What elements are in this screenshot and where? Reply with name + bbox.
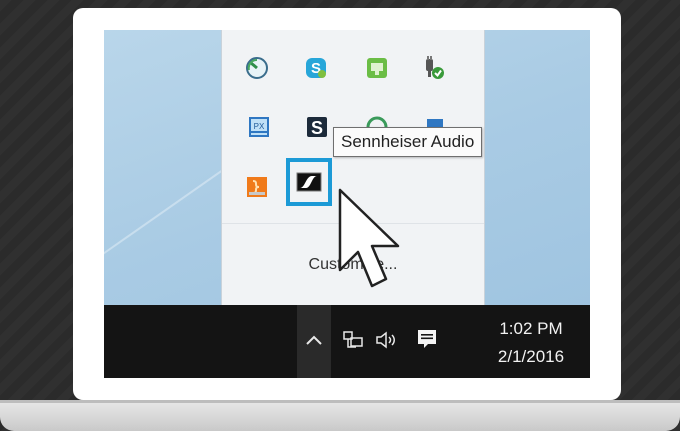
s-app-icon[interactable]: S (304, 114, 330, 140)
laptop-base (0, 400, 680, 431)
chevron-up-icon[interactable] (301, 327, 327, 353)
screen: S PX S Customize... Sennheiser Audio 1:0… (104, 30, 590, 378)
volume-icon[interactable] (372, 327, 400, 353)
network-icon[interactable] (340, 327, 366, 353)
mouse-cursor-icon (338, 188, 410, 303)
action-center-icon[interactable] (413, 325, 441, 353)
clock-date: 2/1/2016 (497, 347, 565, 366)
tooltip: Sennheiser Audio (333, 127, 483, 157)
svg-text:S: S (311, 118, 323, 138)
laptop-hinge (0, 400, 680, 403)
gauge-app-icon[interactable] (244, 55, 270, 81)
taskbar-clock[interactable]: 1:02 PM 2/1/2016 (476, 315, 586, 371)
orange-app-icon[interactable] (244, 174, 270, 200)
icon-highlight-box (286, 158, 332, 206)
skype-icon[interactable]: S (303, 55, 329, 81)
svg-text:PX: PX (254, 122, 265, 131)
blue-display-icon[interactable]: PX (246, 114, 272, 140)
taskbar: 1:02 PM 2/1/2016 (104, 305, 590, 378)
green-drive-icon[interactable] (364, 55, 390, 81)
power-plug-check-icon[interactable] (420, 55, 446, 81)
clock-time: 1:02 PM (499, 319, 563, 338)
